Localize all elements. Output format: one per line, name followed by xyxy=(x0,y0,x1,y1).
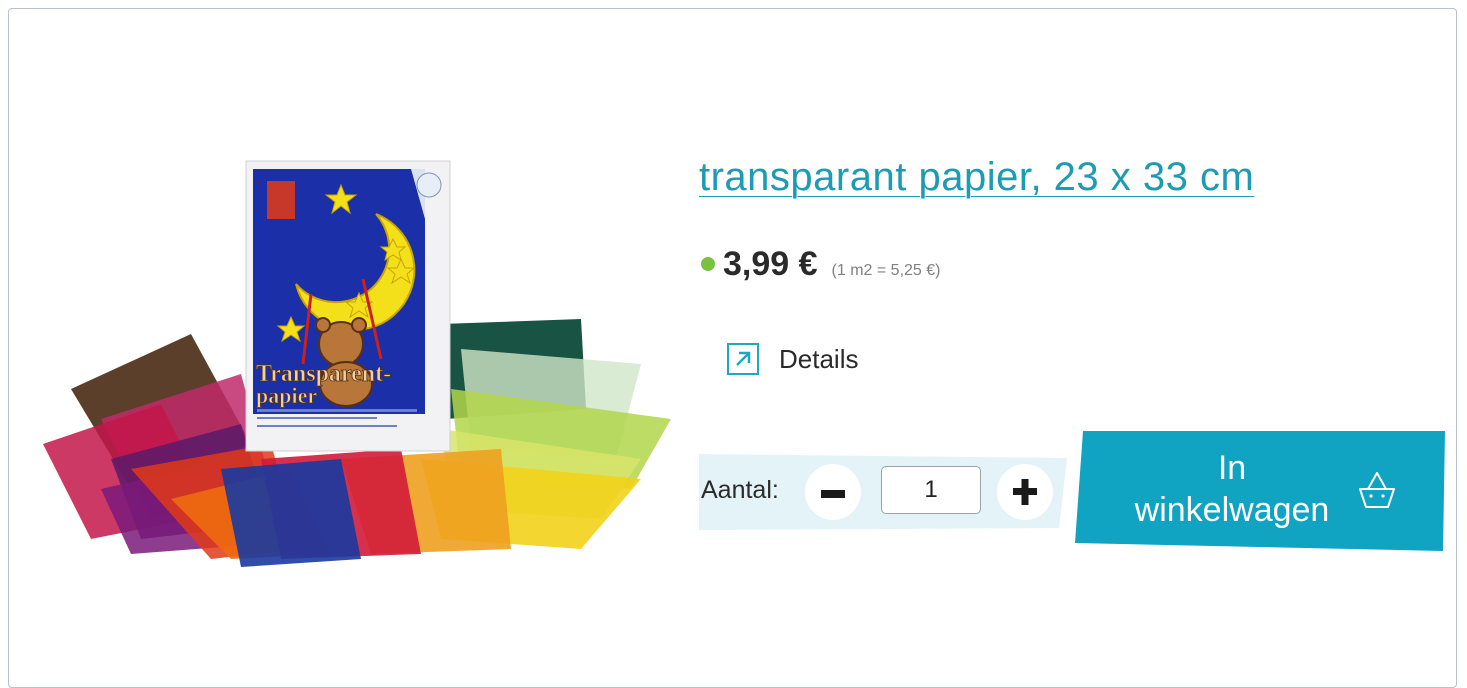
external-arrow-icon xyxy=(727,343,759,375)
unit-price: (1 m2 = 5,25 €) xyxy=(831,262,941,279)
quantity-selector: Aantal: xyxy=(699,454,1069,530)
quantity-input[interactable] xyxy=(881,466,981,514)
details-label: Details xyxy=(779,343,859,374)
price-row: 3,99 € (1 m2 = 5,25 €) xyxy=(701,245,940,284)
product-card: Transparent- papier transparant papier, … xyxy=(8,8,1457,688)
basket-icon xyxy=(1359,472,1395,508)
details-link[interactable]: Details xyxy=(727,343,858,375)
add-to-cart-button[interactable]: In winkelwagen xyxy=(1075,431,1445,553)
quantity-decrease-button[interactable] xyxy=(805,464,861,520)
product-title-link[interactable]: transparant papier, 23 x 33 cm xyxy=(699,155,1254,200)
product-image[interactable]: Transparent- papier xyxy=(41,159,673,569)
quantity-increase-button[interactable] xyxy=(997,464,1053,520)
minus-icon xyxy=(821,490,845,498)
plus-icon xyxy=(1013,479,1037,505)
stock-status-dot xyxy=(701,257,715,271)
quantity-label: Aantal: xyxy=(701,476,779,504)
add-to-cart-label: In winkelwagen xyxy=(1134,449,1330,529)
svg-text:papier: papier xyxy=(256,383,317,408)
price: 3,99 € xyxy=(723,245,818,283)
